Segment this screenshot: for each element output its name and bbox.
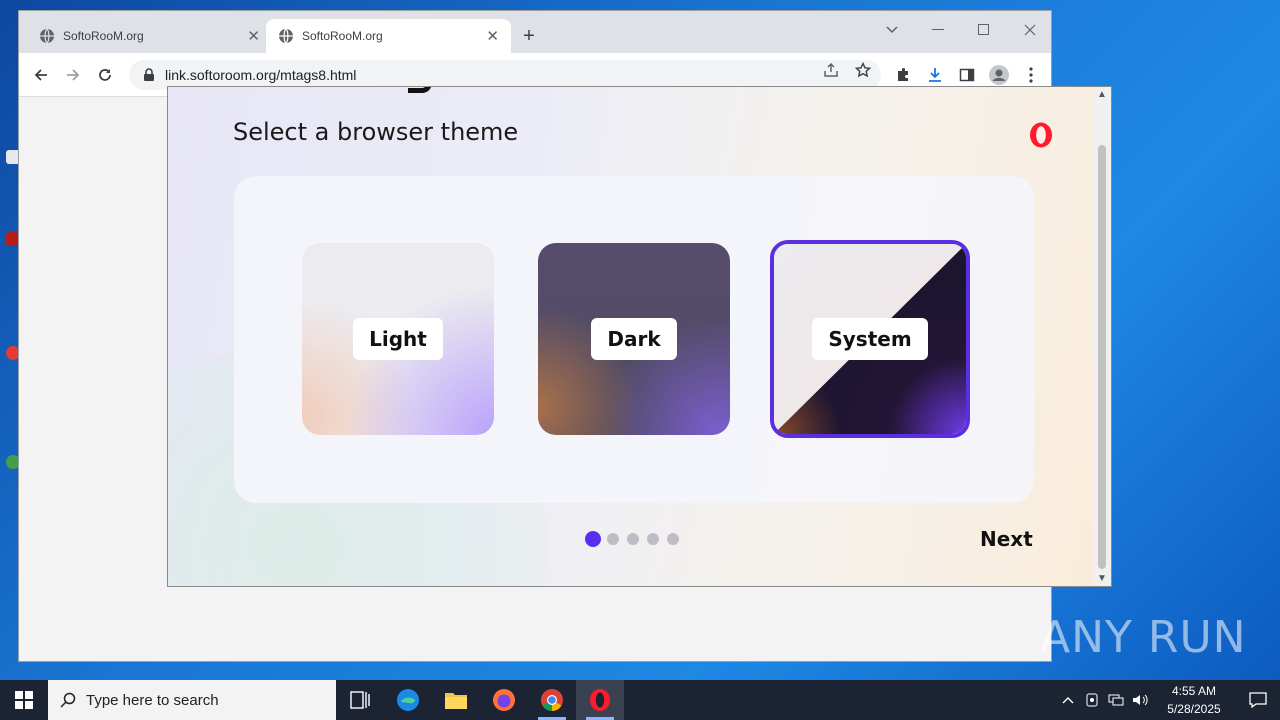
side-panel-icon[interactable] — [955, 63, 979, 87]
close-window-button[interactable] — [1007, 15, 1053, 45]
browser-tab[interactable]: SoftoRooM.org ✕ — [27, 19, 272, 53]
clock-time: 4:55 AM — [1171, 684, 1217, 698]
step-dot-active — [585, 531, 601, 547]
profile-avatar-icon[interactable] — [987, 63, 1011, 87]
taskbar: Type here to search 4:55 AM 5/28/2025 — [0, 680, 1280, 720]
clipped-heading-fragment — [408, 87, 432, 93]
task-view-button[interactable] — [336, 680, 384, 720]
taskbar-chrome[interactable] — [528, 680, 576, 720]
download-icon[interactable] — [923, 63, 947, 87]
step-indicator — [585, 531, 687, 547]
step-dot — [607, 533, 619, 545]
tab-search-icon[interactable] — [869, 15, 915, 45]
menu-kebab-icon[interactable] — [1019, 63, 1043, 87]
share-icon[interactable] — [821, 60, 841, 80]
tab-title: SoftoRooM.org — [302, 29, 383, 43]
taskbar-clock[interactable]: 4:55 AM 5/28/2025 — [1152, 682, 1236, 718]
taskbar-search-box[interactable]: Type here to search — [48, 680, 336, 720]
task-view-icon — [350, 691, 370, 709]
step-dot — [647, 533, 659, 545]
extensions-icon[interactable] — [891, 63, 915, 87]
taskbar-edge[interactable] — [384, 680, 432, 720]
scroll-thumb[interactable] — [1098, 145, 1106, 569]
show-hidden-icons-chevron-icon[interactable] — [1056, 680, 1080, 720]
chrome-icon — [541, 689, 563, 711]
theme-label-light: Light — [353, 318, 443, 360]
new-tab-button[interactable]: + — [517, 25, 541, 48]
close-tab-icon[interactable]: ✕ — [486, 27, 499, 45]
opera-icon — [590, 689, 610, 711]
opera-installer-window: Select a browser theme Light Dark System… — [167, 86, 1112, 587]
volume-icon[interactable] — [1128, 680, 1152, 720]
anyrun-watermark: ANY RUN — [1040, 612, 1247, 663]
reload-button[interactable] — [93, 63, 117, 87]
firefox-icon — [493, 689, 515, 711]
watermark-text: ANY RUN — [1040, 612, 1247, 663]
step-dot — [627, 533, 639, 545]
theme-label-dark: Dark — [591, 318, 677, 360]
close-tab-icon[interactable]: ✕ — [247, 27, 260, 45]
notification-center-icon[interactable] — [1236, 680, 1280, 720]
search-icon — [60, 692, 76, 708]
forward-button[interactable] — [61, 63, 85, 87]
forward-arrow-icon — [67, 69, 80, 81]
reload-icon — [99, 69, 111, 81]
windows-logo-icon — [15, 691, 33, 709]
maximize-button[interactable] — [961, 15, 1007, 45]
bookmark-star-icon[interactable] — [853, 60, 873, 80]
device-icon[interactable] — [1080, 680, 1104, 720]
tab-strip: SoftoRooM.org ✕ SoftoRooM.org ✕ + — [19, 11, 1051, 53]
url-text: link.softoroom.org/mtags8.html — [165, 67, 357, 83]
tab-title: SoftoRooM.org — [63, 29, 144, 43]
theme-option-system[interactable]: System — [770, 240, 970, 438]
theme-label-system: System — [812, 318, 928, 360]
lock-icon[interactable] — [143, 68, 155, 82]
theme-options-panel: Light Dark System — [234, 176, 1034, 503]
installer-title: Select a browser theme — [233, 118, 519, 146]
scroll-up-arrow-icon[interactable]: ▲ — [1097, 89, 1107, 100]
clock-date: 5/28/2025 — [1167, 702, 1221, 716]
opera-logo-icon — [1030, 122, 1052, 148]
step-dot — [667, 533, 679, 545]
search-placeholder: Type here to search — [86, 691, 219, 709]
edge-icon — [397, 689, 419, 711]
globe-icon — [279, 28, 293, 44]
taskbar-opera[interactable] — [576, 680, 624, 720]
globe-icon — [40, 28, 54, 44]
folder-icon — [445, 693, 467, 709]
scroll-down-arrow-icon[interactable]: ▼ — [1097, 573, 1107, 584]
start-button[interactable] — [0, 680, 48, 720]
minimize-button[interactable] — [915, 15, 961, 45]
system-tray: 4:55 AM 5/28/2025 — [1056, 680, 1280, 720]
network-icon[interactable] — [1104, 680, 1128, 720]
installer-scrollbar[interactable]: ▲ ▼ — [1093, 87, 1111, 586]
back-arrow-icon — [34, 69, 47, 81]
browser-tab-active[interactable]: SoftoRooM.org ✕ — [266, 19, 511, 53]
taskbar-firefox[interactable] — [480, 680, 528, 720]
back-button[interactable] — [29, 63, 53, 87]
theme-option-light[interactable]: Light — [302, 243, 494, 435]
next-button[interactable]: Next — [980, 527, 1033, 551]
taskbar-file-explorer[interactable] — [432, 680, 480, 720]
theme-option-dark[interactable]: Dark — [538, 243, 730, 435]
